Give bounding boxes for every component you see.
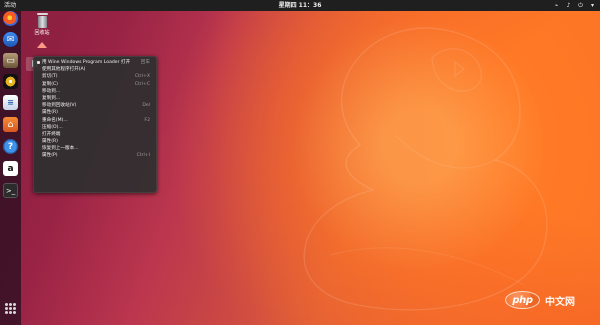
dock: ✉ ▭ ≡ ⌂ ? a >_ [0,11,21,325]
menu-item-open-terminal[interactable]: 打开终端 [34,131,156,138]
trash-icon [36,13,49,29]
writer-icon[interactable]: ≡ [3,95,18,110]
menu-item-shortcut: 回车 [140,60,150,65]
menu-item-label: 剪切(T) [42,74,58,80]
volume-icon[interactable]: ♪ [565,2,572,9]
wine-icon [37,61,40,64]
firefox-icon[interactable] [3,11,18,26]
context-menu: 用 Wine Windows Program Loader 打开 回车 使用其他… [33,56,157,193]
php-logo: php [505,291,540,309]
menu-item-label: 恢复到上一版本... [42,146,79,152]
menu-item-open-with-wine[interactable]: 用 Wine Windows Program Loader 打开 回车 [34,59,156,66]
menu-item-copy[interactable]: 复制(C) Ctrl+C [34,81,156,88]
menu-item-shortcut: Ctrl+X [134,74,150,80]
menu-item-cut[interactable]: 剪切(T) Ctrl+X [34,73,156,80]
menu-item-open-with-other[interactable]: 使用其他程序打开(A) [34,66,156,73]
menu-item-shortcut: Del [142,103,150,109]
terminal-icon[interactable]: >_ [3,183,18,198]
chevron-down-icon[interactable]: ▾ [589,2,596,9]
menu-item-label: 属性(R) [42,110,58,116]
menu-item-shortcut: Ctrl+I [136,153,150,159]
desktop: 活动 星期四 11：36 ⌁ ♪ ⏻ ▾ ✉ ▭ ≡ ⌂ ? a >_ 回收站 [0,0,600,325]
menu-item-move-to-trash[interactable]: 移动到回收站(V) Del [34,102,156,109]
arrow-up-icon [37,42,47,48]
watermark-text: 中文网 [545,296,575,308]
menu-item-label: 属性(R) [42,139,58,145]
menu-item-properties-first[interactable]: 属性(R) [34,109,156,116]
software-center-icon[interactable]: ⌂ [3,117,18,132]
menu-item-label: 属性(P) [42,153,58,159]
power-icon[interactable]: ⏻ [577,2,584,9]
menu-item-copy-to[interactable]: 复制到... [34,95,156,102]
trash-desktop-icon[interactable]: 回收站 [29,13,55,36]
top-bar: 活动 星期四 11：36 ⌁ ♪ ⏻ ▾ [0,0,600,11]
help-icon[interactable]: ? [3,139,18,154]
menu-item-label: 使用其他程序打开(A) [42,67,86,73]
rhythmbox-icon[interactable] [3,74,18,89]
menu-item-label: 移动到... [42,88,61,94]
show-applications-icon[interactable] [5,303,16,314]
menu-item-properties-second[interactable]: 属性(R) [34,138,156,145]
menu-item-properties[interactable]: 属性(P) Ctrl+I [34,152,156,159]
menu-item-label: 用 Wine Windows Program Loader 打开 [42,60,131,65]
menu-item-label: 打开终端 [42,131,61,137]
amazon-icon[interactable]: a [3,161,18,176]
menu-item-label: 压缩(O)... [42,124,63,130]
menu-item-label: 重命名(M)... [42,117,68,123]
menu-item-label: 复制到... [42,95,61,101]
menu-item-label: 移动到回收站(V) [42,103,77,109]
clock[interactable]: 星期四 11：36 [0,0,600,11]
menu-item-move-to[interactable]: 移动到... [34,88,156,95]
menu-item-label: 复制(C) [42,81,58,87]
trash-label: 回收站 [34,30,50,36]
files-icon[interactable]: ▭ [3,53,18,68]
menu-item-restore-version[interactable]: 恢复到上一版本... [34,145,156,152]
thunderbird-icon[interactable]: ✉ [3,32,18,47]
menu-item-compress[interactable]: 压缩(O)... [34,124,156,131]
ubuntu-bird-wallpaper [303,27,548,311]
network-icon[interactable]: ⌁ [553,2,560,9]
system-tray[interactable]: ⌁ ♪ ⏻ ▾ [553,0,596,11]
menu-item-rename[interactable]: 重命名(M)... F2 [34,117,156,124]
menu-item-shortcut: F2 [144,117,150,123]
apps-grid-icon [5,303,16,314]
menu-item-shortcut: Ctrl+C [134,81,150,87]
php-cn-watermark: php 中文网 [505,289,588,311]
